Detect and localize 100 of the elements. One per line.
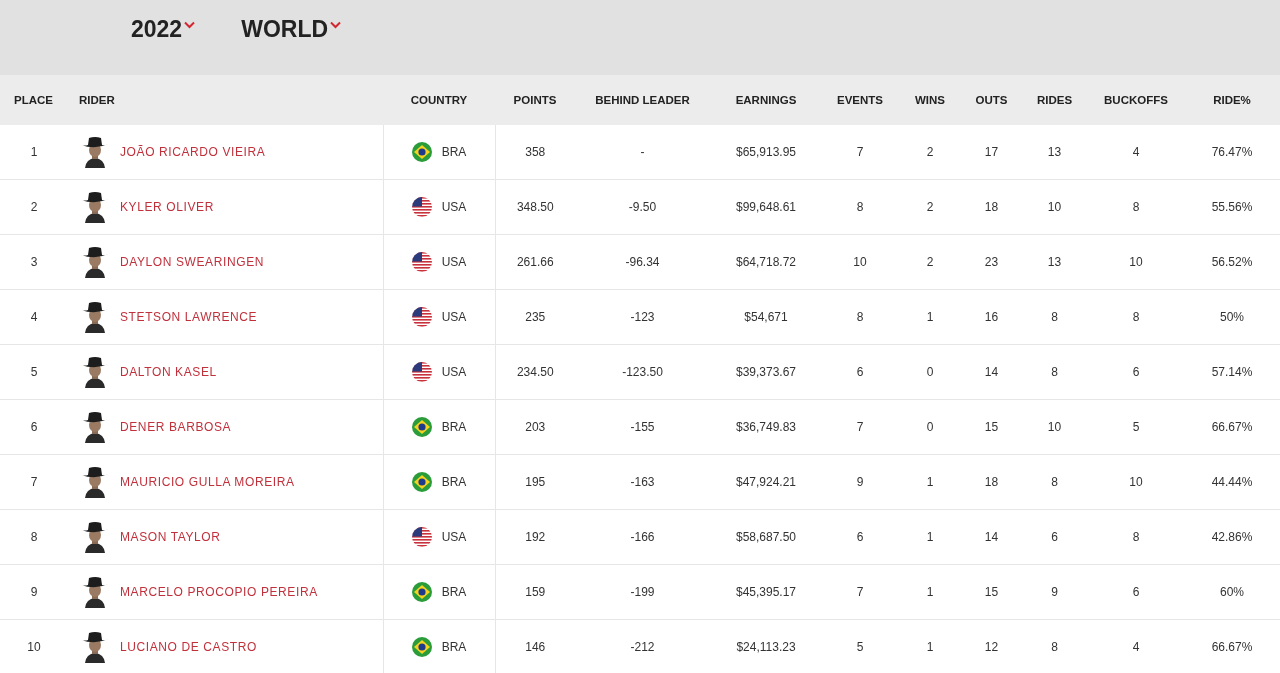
- rider-link[interactable]: KYLER OLIVER: [120, 200, 214, 214]
- table-cell: $36,749.83: [735, 420, 797, 434]
- table-cell: $39,373.67: [735, 365, 797, 379]
- brazil-flag-icon: [411, 472, 432, 492]
- table-cell: 6: [856, 530, 864, 544]
- rider-link[interactable]: DALTON KASEL: [120, 365, 217, 379]
- table-cell: 10: [1129, 255, 1143, 269]
- table-cell: 235: [525, 310, 546, 324]
- table-cell: 1: [926, 310, 934, 324]
- table-cell: 5: [856, 640, 864, 654]
- table-cell: 9: [856, 475, 864, 489]
- table-cell: 4: [30, 310, 38, 324]
- table-cell: -96.34: [625, 255, 660, 269]
- table-cell: 195: [525, 475, 546, 489]
- table-cell: 146: [525, 640, 546, 654]
- brazil-flag-icon: [411, 417, 432, 437]
- chevron-down-icon: [330, 20, 342, 29]
- table-cell: 3: [30, 255, 38, 269]
- table-cell: 203: [525, 420, 546, 434]
- table-cell: BRA: [441, 420, 467, 434]
- table-cell: -: [640, 145, 645, 159]
- rider-link[interactable]: MARCELO PROCOPIO PEREIRA: [120, 585, 318, 599]
- table-cell: 5: [1132, 420, 1140, 434]
- column-header: RIDE%: [1184, 75, 1280, 125]
- table-cell: 192: [525, 530, 546, 544]
- table-cell: 16: [984, 310, 999, 324]
- column-header: EVENTS: [822, 75, 898, 125]
- usa-flag-icon: [411, 362, 432, 382]
- table-cell: 6: [1132, 365, 1140, 379]
- table-cell: 6: [856, 365, 864, 379]
- column-header: COUNTRY: [383, 75, 495, 125]
- table-cell: 14: [984, 530, 999, 544]
- table-cell: 14: [984, 365, 999, 379]
- table-cell: 1: [926, 585, 934, 599]
- table-cell: 10: [853, 255, 867, 269]
- column-header: BEHIND LEADER: [575, 75, 710, 125]
- table-cell: $47,924.21: [735, 475, 797, 489]
- column-header: RIDER: [68, 75, 383, 125]
- rider-link[interactable]: MASON TAYLOR: [120, 530, 221, 544]
- table-cell: 66.67%: [1211, 420, 1253, 434]
- table-cell: 44.44%: [1211, 475, 1253, 489]
- table-cell: 0: [926, 420, 934, 434]
- table-cell: -199: [630, 585, 655, 599]
- table-cell: 2: [30, 200, 38, 214]
- table-cell: 5: [30, 365, 38, 379]
- rider-link[interactable]: DENER BARBOSA: [120, 420, 232, 434]
- column-header: RIDES: [1021, 75, 1088, 125]
- rider-link[interactable]: LUCIANO DE CASTRO: [120, 640, 257, 654]
- table-cell: 57.14%: [1211, 365, 1253, 379]
- column-header: EARNINGS: [710, 75, 822, 125]
- table-cell: 17: [984, 145, 999, 159]
- table-cell: 13: [1047, 145, 1062, 159]
- table-cell: $58,687.50: [735, 530, 797, 544]
- rider-link[interactable]: JOÃO RICARDO VIEIRA: [120, 145, 266, 159]
- table-cell: USA: [441, 310, 467, 324]
- table-cell: USA: [441, 200, 467, 214]
- table-cell: 50%: [1220, 310, 1244, 324]
- brazil-flag-icon: [411, 142, 432, 162]
- chevron-down-icon: [184, 20, 196, 29]
- table-cell: $24,113.23: [736, 640, 796, 654]
- table-cell: 55.56%: [1211, 200, 1253, 214]
- column-header: WINS: [898, 75, 962, 125]
- rider-link[interactable]: STETSON LAWRENCE: [120, 310, 258, 324]
- table-cell: 7: [856, 145, 864, 159]
- table-cell: USA: [441, 255, 467, 269]
- table-cell: -123: [630, 310, 655, 324]
- table-cell: 1: [30, 145, 38, 159]
- column-header: PLACE: [0, 75, 68, 125]
- table-cell: 8: [1051, 365, 1058, 379]
- table-cell: 23: [984, 255, 999, 269]
- table-cell: 12: [984, 640, 999, 654]
- table-cell: 10: [1047, 200, 1062, 214]
- table-cell: 2: [926, 200, 934, 214]
- table-cell: 261.66: [516, 255, 554, 269]
- table-cell: 8: [1051, 640, 1058, 654]
- filter-dropdown[interactable]: WORLD: [241, 16, 342, 43]
- table-cell: -123.50: [622, 365, 663, 379]
- table-cell: 8: [1132, 530, 1140, 544]
- table-cell: 358: [525, 145, 546, 159]
- usa-flag-icon: [411, 307, 432, 327]
- table-cell: 13: [1047, 255, 1062, 269]
- rider-link[interactable]: DAYLON SWEARINGEN: [120, 255, 264, 269]
- table-cell: 2: [926, 145, 934, 159]
- filter-dropdown[interactable]: 2022: [131, 16, 196, 43]
- usa-flag-icon: [411, 197, 432, 217]
- column-header: BUCKOFFS: [1088, 75, 1184, 125]
- table-cell: 4: [1132, 640, 1140, 654]
- table-cell: 7: [30, 475, 38, 489]
- table-cell: 9: [1051, 585, 1058, 599]
- brazil-flag-icon: [411, 637, 432, 657]
- table-cell: 234.50: [516, 365, 554, 379]
- table-cell: 10: [27, 640, 41, 654]
- table-cell: BRA: [441, 640, 467, 654]
- table-cell: 1: [926, 530, 934, 544]
- table-cell: -9.50: [628, 200, 657, 214]
- table-cell: 2: [926, 255, 934, 269]
- rider-link[interactable]: MAURICIO GULLA MOREIRA: [120, 475, 295, 489]
- table-cell: 8: [856, 200, 864, 214]
- table-cell: BRA: [441, 475, 467, 489]
- table-cell: 15: [984, 585, 999, 599]
